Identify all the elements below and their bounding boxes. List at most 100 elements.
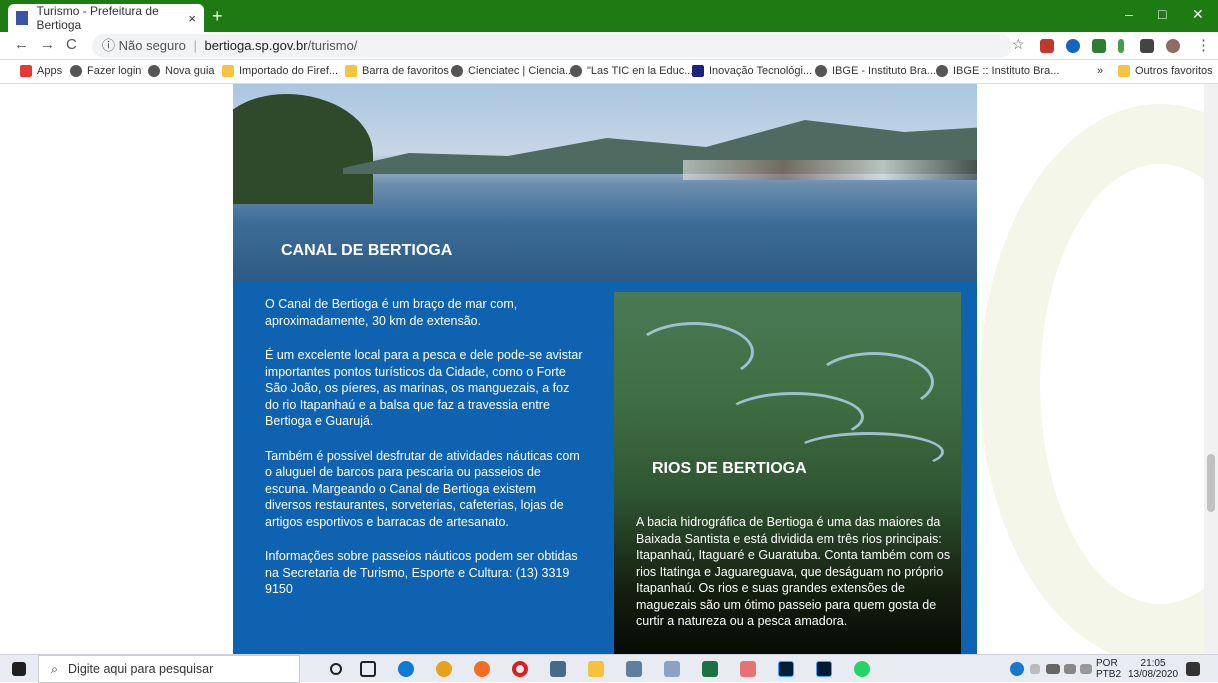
clock-time: 21:05 xyxy=(1140,658,1166,669)
globe-icon xyxy=(815,65,827,77)
canal-paragraph: É um excelente local para a pesca e dele… xyxy=(265,348,583,428)
address-bar-row: ← → C ⓘ Não seguro | bertioga.sp.gov.br/… xyxy=(0,32,1218,60)
canal-hero-image: CANAL DE BERTIOGA xyxy=(233,84,977,282)
calculator-icon[interactable] xyxy=(550,661,566,677)
excel-icon[interactable] xyxy=(702,661,718,677)
new-tab-button[interactable]: + xyxy=(212,6,223,27)
globe-icon xyxy=(451,65,463,77)
browser-tab[interactable]: Turismo - Prefeitura de Bertioga × xyxy=(8,4,204,32)
browser-titlebar: Turismo - Prefeitura de Bertioga × + – □… xyxy=(0,0,1218,32)
bookmark-label: IBGE :: Instituto Bra... xyxy=(953,65,1060,77)
url-field[interactable]: ⓘ Não seguro | bertioga.sp.gov.br/turism… xyxy=(92,34,1012,58)
bookmark-label: Cienciatec | Ciencia... xyxy=(468,65,575,77)
tray-chevron-icon[interactable] xyxy=(1030,664,1040,674)
canal-paragraph: Informações sobre passeios náuticos pode… xyxy=(265,549,578,596)
bookmark-other-folder[interactable]: Outros favoritos xyxy=(1118,65,1213,77)
canal-description: O Canal de Bertioga é um braço de mar co… xyxy=(265,296,585,616)
bookmark-item[interactable]: Inovação Tecnológi... xyxy=(692,65,812,77)
firefox-icon[interactable] xyxy=(474,661,490,677)
back-button[interactable]: ← xyxy=(14,36,29,53)
file-explorer-icon[interactable] xyxy=(588,661,604,677)
task-view-icon[interactable] xyxy=(360,661,376,677)
it-logo-icon xyxy=(692,65,704,77)
search-placeholder: Digite aqui para pesquisar xyxy=(68,662,214,676)
bookmark-label: "Las TIC en la Educ... xyxy=(587,65,694,77)
bookmark-label: IBGE - Instituto Bra... xyxy=(832,65,936,77)
font-app-icon[interactable] xyxy=(664,661,680,677)
bookmark-item[interactable]: "Las TIC en la Educ... xyxy=(570,65,693,77)
site-favicon-icon xyxy=(16,11,29,25)
scrollbar-thumb[interactable] xyxy=(1207,454,1215,512)
hill-shape xyxy=(233,94,373,204)
bookmark-label: Nova guia xyxy=(165,65,215,77)
bookmark-folder[interactable]: Barra de favoritos xyxy=(345,65,449,77)
bookmark-label: Outros favoritos xyxy=(1135,65,1213,77)
clock-date: 13/08/2020 xyxy=(1128,669,1179,680)
bookmarks-overflow-button[interactable]: » xyxy=(1097,65,1103,77)
folder-icon xyxy=(345,65,357,77)
url-path: /turismo/ xyxy=(307,38,358,53)
security-indicator[interactable]: ⓘ Não seguro xyxy=(102,38,186,53)
forward-button[interactable]: → xyxy=(40,36,55,53)
lang-bottom: PTB2 xyxy=(1096,669,1122,680)
river-shape xyxy=(634,322,754,382)
extension-badge-icon[interactable] xyxy=(1092,39,1106,53)
tab-close-icon[interactable]: × xyxy=(188,11,196,26)
apps-grid-icon xyxy=(20,65,32,77)
profile-avatar[interactable] xyxy=(1166,39,1180,53)
notepad-icon[interactable] xyxy=(626,661,642,677)
language-indicator[interactable]: POR PTB2 xyxy=(1096,658,1121,680)
river-shape xyxy=(794,432,944,472)
river-shape xyxy=(814,352,934,412)
close-window-button[interactable]: ✕ xyxy=(1192,6,1204,23)
bookmark-label: Apps xyxy=(37,65,63,77)
clock[interactable]: 21:05 13/08/2020 xyxy=(1128,658,1178,680)
cortana-icon[interactable] xyxy=(330,663,342,675)
bookmark-apps[interactable]: Apps xyxy=(20,65,62,77)
bookmark-item[interactable]: Nova guia xyxy=(148,65,215,77)
minimize-button[interactable]: – xyxy=(1125,6,1133,22)
canal-paragraph: O Canal de Bertioga é um braço de mar co… xyxy=(265,297,518,328)
rivers-card: RIOS DE BERTIOGA A bacia hidrográfica de… xyxy=(614,292,961,654)
page-scrollbar[interactable] xyxy=(1204,84,1218,654)
bookmark-item[interactable]: IBGE - Instituto Bra... xyxy=(815,65,936,77)
volume-icon[interactable] xyxy=(1080,664,1092,674)
canal-paragraph: Também é possível desfrutar de atividade… xyxy=(265,448,580,529)
page-viewport[interactable]: CANAL DE BERTIOGA O Canal de Bertioga é … xyxy=(0,84,1218,654)
globe-icon xyxy=(570,65,582,77)
rivers-description: A bacia hidrográfica de Bertioga é uma d… xyxy=(636,515,951,628)
lang-top: POR xyxy=(1096,658,1118,669)
chrome-icon[interactable] xyxy=(436,661,452,677)
browser-menu-icon[interactable]: ⋮ xyxy=(1196,36,1211,54)
lightroom-icon[interactable] xyxy=(816,661,832,677)
folder-icon xyxy=(1118,65,1130,77)
notifications-icon[interactable] xyxy=(1186,662,1200,676)
whatsapp-icon[interactable] xyxy=(854,661,870,677)
acrobat-icon[interactable] xyxy=(740,661,756,677)
hp-extension-icon[interactable] xyxy=(1066,39,1080,53)
battery-icon[interactable] xyxy=(1046,664,1060,674)
windows-start-icon[interactable] xyxy=(12,662,26,676)
bookmark-folder[interactable]: Importado do Firef... xyxy=(222,65,338,77)
bookmark-item[interactable]: Cienciatec | Ciencia... xyxy=(451,65,574,77)
network-icon[interactable] xyxy=(1064,664,1076,674)
extension-pin-icon[interactable] xyxy=(1118,39,1124,53)
help-icon[interactable] xyxy=(1010,662,1024,676)
url-host: bertioga.sp.gov.br xyxy=(204,38,308,53)
search-icon: ⌕ xyxy=(51,661,59,676)
globe-icon xyxy=(148,65,160,77)
canal-title: CANAL DE BERTIOGA xyxy=(281,242,453,259)
taskbar-search[interactable]: ⌕ Digite aqui para pesquisar xyxy=(38,655,300,683)
edge-icon[interactable] xyxy=(398,661,414,677)
bookmark-item[interactable]: IBGE :: Instituto Bra... xyxy=(936,65,1059,77)
opera-icon[interactable] xyxy=(512,661,528,677)
bookmark-label: Barra de favoritos xyxy=(362,65,449,77)
bookmark-item[interactable]: Fazer login xyxy=(70,65,141,77)
pdf-extension-icon[interactable] xyxy=(1040,39,1054,53)
bookmarks-bar: Apps Fazer login Nova guia Importado do … xyxy=(0,60,1218,84)
bookmark-star-icon[interactable]: ☆ xyxy=(1012,36,1025,53)
maximize-button[interactable]: □ xyxy=(1158,6,1166,22)
extensions-puzzle-icon[interactable] xyxy=(1140,39,1154,53)
photoshop-icon[interactable] xyxy=(778,661,794,677)
reload-button[interactable]: C xyxy=(66,36,77,53)
